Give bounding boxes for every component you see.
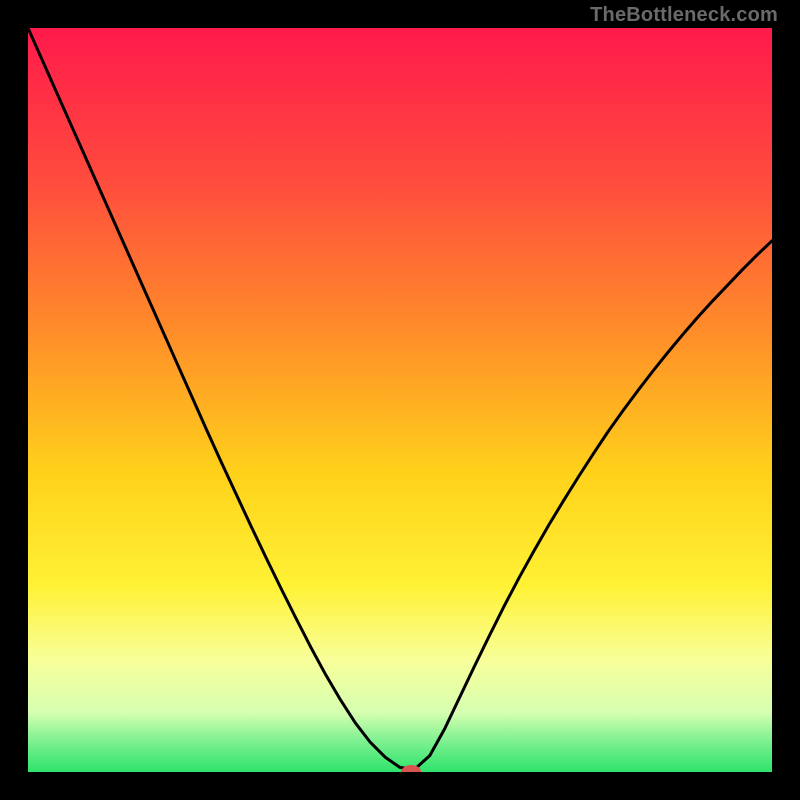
chart-frame: TheBottleneck.com [0, 0, 800, 800]
gradient-background [28, 28, 772, 772]
chart-svg [28, 28, 772, 772]
plot-area [28, 28, 772, 772]
watermark-text: TheBottleneck.com [590, 4, 778, 27]
